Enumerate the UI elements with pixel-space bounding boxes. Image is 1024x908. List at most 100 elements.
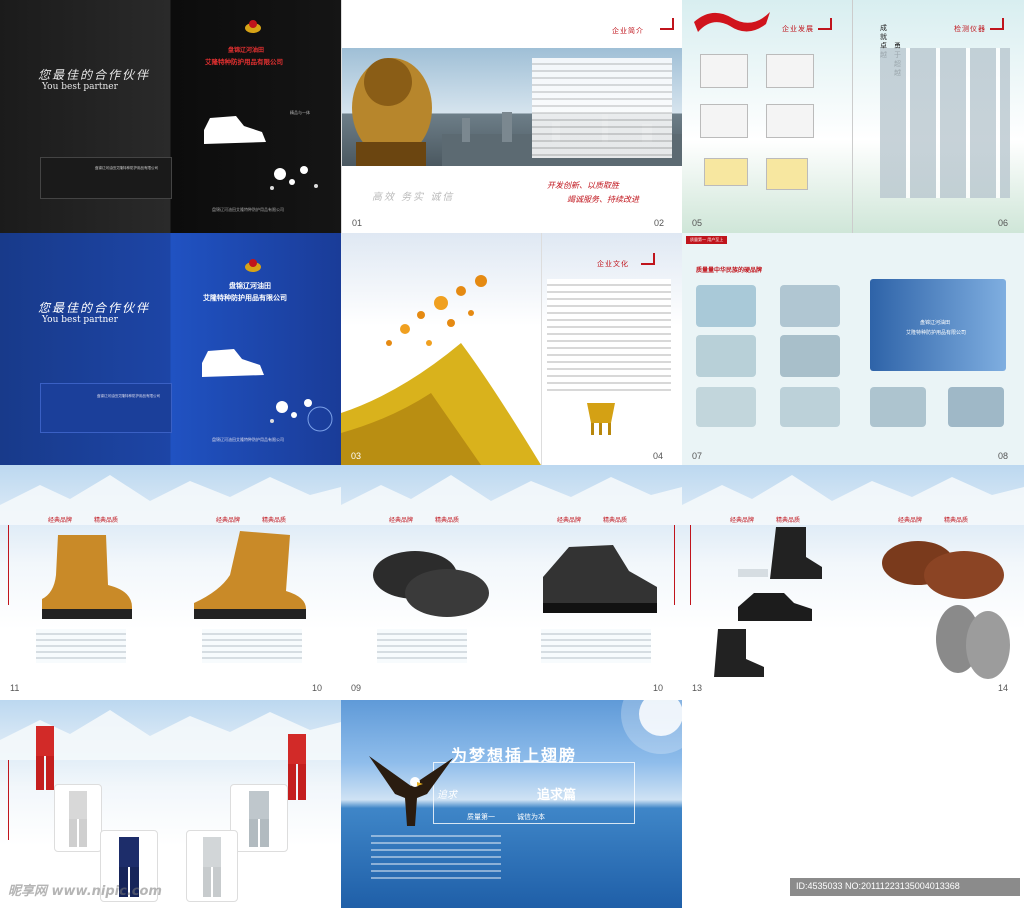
side-rule — [8, 760, 9, 840]
info-box-text: 盘锦辽河油田艾隆特种防护用品有限公司 — [97, 394, 160, 398]
info-box-text: 盘锦辽河油田艾隆特种防护用品有限公司 — [95, 166, 158, 170]
section-flag-icon — [818, 18, 832, 30]
watermark-site: 昵享网 www.nipic.com — [8, 884, 162, 899]
watermark-id: ID:4535033 NO:20111223135004013368 — [796, 881, 960, 891]
product-heading-left: 经典品牌 — [216, 517, 241, 524]
cover-blue-panel: 您最佳的合作伙伴 You best partner 盘锦辽河油田艾隆特种防护用品… — [0, 233, 341, 465]
section-flag-icon — [990, 18, 1004, 30]
intro-watermark: 高效 务实 诚信 — [372, 192, 455, 203]
culture-divider — [541, 233, 542, 465]
product-heading-right: 精典品质 — [944, 517, 969, 524]
dream-subtitle: 追求篇 — [537, 788, 577, 803]
cover-info-box: 盘锦辽河油田艾隆特种防护用品有限公司 — [40, 157, 172, 199]
lab-photo-grid — [880, 48, 1010, 198]
sign-text-1: 盘锦辽河油田 — [920, 320, 951, 326]
company-logo — [244, 18, 262, 34]
certificate — [700, 104, 748, 138]
page-number-right: 10 — [653, 683, 664, 693]
decor-circles — [270, 399, 333, 432]
product-heading-right: 精典品质 — [776, 517, 801, 524]
product-spec — [738, 569, 768, 577]
brown-shoe — [882, 541, 1004, 599]
honors-section-2: 检测仪器 — [954, 25, 986, 33]
product-spec-left — [377, 629, 467, 663]
product-heading-left: 经典品牌 — [557, 517, 582, 524]
product-heading-left: 经典品牌 — [48, 517, 73, 524]
factory-panel: 质量第一 用户至上 质量量中华民族的硬品牌 盘锦辽河油田 艾隆特种防护用品有限公… — [682, 233, 1024, 465]
culture-section-title: 企业文化 — [597, 260, 629, 268]
black-short-boot — [770, 527, 822, 579]
factory-tag: 质量第一 用户至上 — [686, 236, 728, 244]
side-rule — [8, 525, 9, 605]
small-label: 精品与一体 — [290, 110, 310, 115]
factory-photos — [696, 281, 872, 431]
page-number-left: 13 — [692, 683, 703, 693]
honors-panel: 企业发展 成就卓越 勇于超越 检测仪器 05 06 — [682, 0, 1024, 233]
lion-statue — [352, 58, 432, 166]
product-heading-left: 经典品牌 — [389, 517, 414, 524]
dream-panel: 为梦想插上翅膀 追求 追求篇 质量第一 诚信为本 — [341, 700, 682, 908]
factory-photo — [696, 335, 756, 377]
shoe-silhouette — [204, 116, 266, 144]
page-number-right: 06 — [998, 218, 1009, 228]
golden-building — [341, 343, 541, 465]
red-ribbon — [694, 12, 770, 32]
section-flag-icon — [641, 253, 655, 265]
uniforms-panel: 昵享网 www.nipic.com — [0, 700, 341, 908]
factory-photo — [780, 285, 840, 327]
cover-slogan-en: You best partner — [42, 315, 118, 325]
cover-slogan: 您最佳的合作伙伴 — [38, 301, 151, 315]
dream-tag-1: 质量第一 — [467, 813, 495, 821]
factory-title: 质量量中华民族的硬品牌 — [696, 267, 763, 274]
product-heading-right: 精典品质 — [262, 517, 287, 524]
company-name-line1: 盘锦辽河油田 — [229, 282, 271, 290]
page-number-left: 05 — [692, 218, 703, 228]
product-heading-left: 经典品牌 — [730, 517, 755, 524]
certificate — [766, 54, 814, 88]
factory-photo — [870, 387, 926, 427]
certificate-grid — [696, 54, 826, 204]
intro-motto-2: 竭诚服务、持续改进 — [567, 195, 639, 204]
tan-boot — [42, 535, 132, 619]
factory-photo — [780, 387, 840, 427]
culture-panel: 企业文化 03 04 — [341, 233, 682, 465]
black-shoe — [543, 545, 657, 613]
intro-motto-1: 开发创新、以质取胜 — [547, 181, 619, 190]
side-rule — [690, 525, 691, 605]
logo-icon — [245, 259, 261, 272]
page-number-left: 09 — [351, 683, 362, 693]
company-name-line2: 艾隆特种防护用品有限公司 — [205, 58, 283, 66]
cover-info-box: 盘锦辽河油田艾隆特种防护用品有限公司 — [40, 383, 172, 433]
company-logo — [244, 257, 262, 273]
company-name-line2: 艾隆特种防护用品有限公司 — [203, 294, 287, 302]
product-spec-left — [36, 629, 126, 663]
black-tall-boot — [714, 629, 764, 677]
cover-slogan: 您最佳的合作伙伴 — [38, 68, 151, 82]
page-number-right: 08 — [998, 451, 1009, 461]
page-number-left: 07 — [692, 451, 703, 461]
bronze-ding-icon — [587, 403, 615, 435]
eagle-icon — [369, 756, 453, 826]
shoe-silhouette — [202, 349, 264, 377]
factory-photo — [696, 387, 756, 427]
watermark-id-bar: ID:4535033 NO:20111223135004013368 — [790, 878, 1020, 896]
page-number-left: 11 — [10, 683, 20, 693]
blank-area — [682, 700, 1024, 908]
product-heading-left: 经典品牌 — [898, 517, 923, 524]
black-shoe — [373, 551, 489, 617]
factory-photo — [948, 387, 1004, 427]
page-number-right: 02 — [654, 218, 665, 228]
dream-tag-2: 诚信为本 — [517, 813, 545, 821]
product-heading-right: 精典品质 — [435, 517, 460, 524]
white-uniform — [69, 791, 87, 847]
certificate — [700, 54, 748, 88]
black-low-shoe — [738, 593, 812, 621]
page-number-left: 03 — [351, 451, 362, 461]
product-boots-panel: 经典品牌 精典品质 经典品牌 精典品质 11 10 — [0, 465, 341, 700]
intro-section-title: 企业简介 — [612, 27, 644, 35]
logo-icon — [245, 20, 261, 33]
honors-section-1: 企业发展 — [782, 25, 814, 33]
product-heading-right: 精典品质 — [603, 517, 628, 524]
product-mixed-panel: 经典品牌 精典品质 经典品牌 精典品质 13 14 — [682, 465, 1024, 700]
sun-burst — [621, 700, 682, 754]
